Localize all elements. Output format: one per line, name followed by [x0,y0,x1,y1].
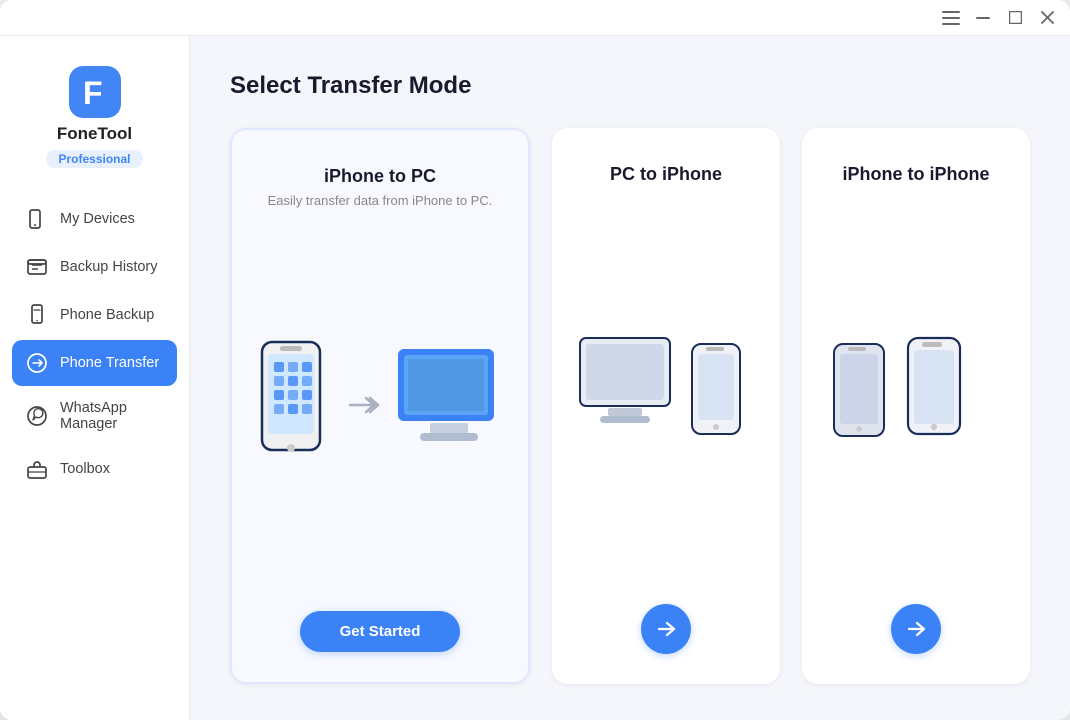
monitor-svg [394,345,504,465]
get-started-button[interactable]: Get Started [300,611,461,652]
minimize-button[interactable] [974,9,992,27]
sidebar-item-backup-history[interactable]: Backup History [12,244,177,290]
sidebar-item-label: Phone Backup [60,307,154,323]
transfer-icon [26,352,48,374]
close-button[interactable] [1038,9,1056,27]
iphone-to-iphone-card: iPhone to iPhone [802,128,1030,684]
app-window: F FoneTool Professional My Devices [0,0,1070,720]
iphone-to-iphone-arrow-button[interactable] [891,604,941,654]
card-top: PC to iPhone [576,164,756,185]
toolbox-icon [26,458,48,480]
svg-text:F: F [83,75,103,111]
sidebar-item-toolbox[interactable]: Toolbox [12,446,177,492]
device-icon [26,208,48,230]
card-top: iPhone to PC Easily transfer data from i… [256,166,504,208]
sidebar-item-phone-backup[interactable]: Phone Backup [12,292,177,338]
arrows-icon [348,389,384,421]
pc-to-iphone-svg [576,330,756,450]
sidebar-item-label: My Devices [60,211,135,227]
pc-to-iphone-card: PC to iPhone [552,128,780,684]
app-logo-icon: F [69,66,121,118]
phone-svg [256,340,338,470]
iphone-to-pc-card: iPhone to PC Easily transfer data from i… [230,128,530,684]
app-body: F FoneTool Professional My Devices [0,36,1070,720]
iphone-to-iphone-svg [826,330,1006,450]
card-title: iPhone to iPhone [843,164,990,185]
card-top: iPhone to iPhone [826,164,1006,185]
iphone-to-pc-illustration [256,226,504,583]
maximize-button[interactable] [1006,9,1024,27]
iphone-to-iphone-illustration [826,203,1006,576]
menu-button[interactable] [942,9,960,27]
sidebar-item-label: Phone Transfer [60,355,159,371]
page-title: Select Transfer Mode [230,72,1030,100]
titlebar [0,0,1070,36]
pc-to-iphone-illustration [576,203,756,576]
main-content: Select Transfer Mode iPhone to PC Easily… [190,36,1070,720]
card-action: Get Started [300,611,461,652]
pro-badge: Professional [46,150,142,168]
sidebar-item-label: WhatsApp Manager [60,400,163,432]
app-name: FoneTool [57,124,132,144]
backup-icon [26,256,48,278]
sidebar-item-label: Backup History [60,259,158,275]
whatsapp-icon [26,405,48,427]
sidebar-item-my-devices[interactable]: My Devices [12,196,177,242]
pc-to-iphone-arrow-button[interactable] [641,604,691,654]
card-subtitle: Easily transfer data from iPhone to PC. [268,193,493,208]
card-action [641,604,691,654]
card-title: iPhone to PC [324,166,436,187]
transfer-mode-cards: iPhone to PC Easily transfer data from i… [230,128,1030,684]
card-action [891,604,941,654]
sidebar-logo: F FoneTool Professional [0,56,189,196]
sidebar-navigation: My Devices Backup History [0,196,189,700]
sidebar-item-whatsapp-manager[interactable]: WhatsApp Manager [12,388,177,444]
card-title: PC to iPhone [610,164,722,185]
sidebar-item-label: Toolbox [60,461,110,477]
sidebar-item-phone-transfer[interactable]: Phone Transfer [12,340,177,386]
sidebar: F FoneTool Professional My Devices [0,36,190,720]
phone-backup-icon [26,304,48,326]
